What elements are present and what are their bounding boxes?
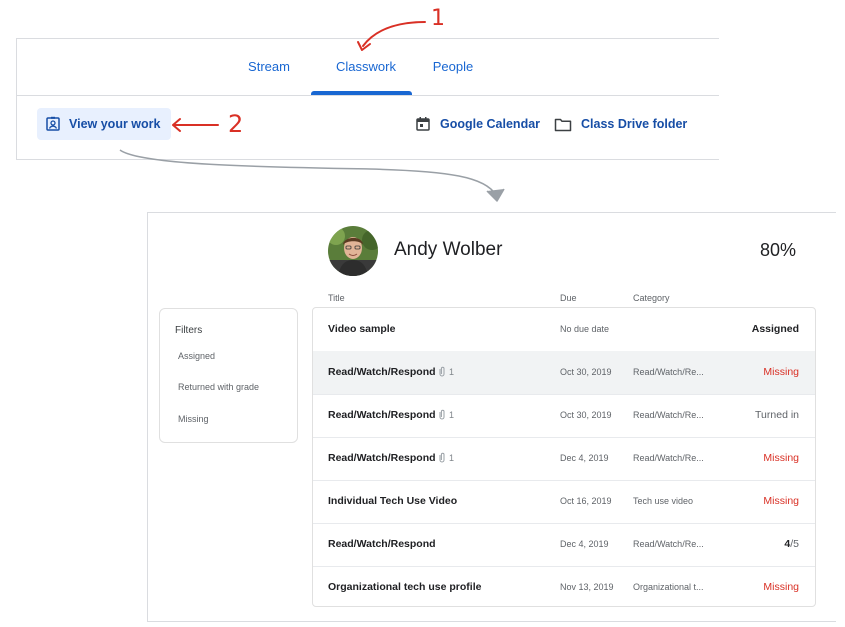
annotation-number-2: 2 <box>228 110 244 138</box>
due-date: Nov 13, 2019 <box>560 582 614 592</box>
classroom-header: Stream Classwork People View your work G… <box>16 38 719 160</box>
connector-arrow <box>119 149 505 202</box>
google-calendar-label: Google Calendar <box>440 117 541 131</box>
attachment-count: 1 <box>438 409 454 420</box>
student-name: Andy Wolber <box>394 239 503 260</box>
assignment-title: Read/Watch/Respond <box>328 366 436 378</box>
annotation-arrow-2 <box>172 118 219 132</box>
view-your-work-label: View your work <box>69 117 161 131</box>
student-work-panel: Andy Wolber 80% Filters Assigned Returne… <box>147 212 836 622</box>
attachment-count-label: 1 <box>449 409 455 420</box>
status-badge: Missing <box>763 495 799 507</box>
avatar <box>328 226 378 276</box>
attachment-count-label: 1 <box>449 452 455 463</box>
annotation-number-1: 1 <box>431 6 445 31</box>
grade-score: 4/5 <box>784 538 799 550</box>
column-header-due: Due <box>560 293 577 303</box>
attachment-count-label: 1 <box>449 366 455 377</box>
filter-assigned[interactable]: Assigned <box>178 351 215 361</box>
assignment-title: Read/Watch/Respond <box>328 409 436 421</box>
paperclip-icon <box>439 366 445 377</box>
status-badge: Missing <box>763 581 799 593</box>
calendar-icon <box>416 117 430 131</box>
grade-total: /5 <box>790 538 799 550</box>
attachment-count: 1 <box>438 452 454 463</box>
active-tab-indicator <box>311 91 412 95</box>
paperclip-icon <box>439 409 445 420</box>
due-date: Dec 4, 2019 <box>560 453 609 463</box>
status-badge: Missing <box>763 366 799 378</box>
annotation-arrow-1 <box>357 21 426 51</box>
category: Tech use video <box>633 496 694 506</box>
category: Organizational t... <box>633 582 704 592</box>
assignment-title: Read/Watch/Respond <box>328 452 436 464</box>
column-header-title: Title <box>328 293 345 303</box>
category: Read/Watch/Re... <box>633 410 704 420</box>
category: Read/Watch/Re... <box>633 453 704 463</box>
student-photo <box>328 226 378 276</box>
due-date: Oct 30, 2019 <box>560 367 612 377</box>
status-badge: Missing <box>763 452 799 464</box>
column-header-category: Category <box>633 293 670 303</box>
overall-grade: 80% <box>760 240 797 260</box>
paperclip-icon <box>439 452 445 463</box>
filter-missing[interactable]: Missing <box>178 414 209 424</box>
assignment-ind-icon <box>46 116 60 131</box>
table-row[interactable]: Organizational tech use profile Nov 13, … <box>313 566 815 609</box>
filters-title: Filters <box>175 325 203 336</box>
category: Read/Watch/Re... <box>633 367 704 377</box>
assignment-title: Organizational tech use profile <box>328 581 482 593</box>
filter-returned-with-grade[interactable]: Returned with grade <box>178 382 259 392</box>
table-row[interactable]: Read/Watch/Respond 1 Dec 4, 2019 Read/Wa… <box>313 437 815 481</box>
filters-panel: Filters Assigned Returned with grade Mis… <box>159 308 298 443</box>
due-date: No due date <box>560 324 610 334</box>
assignment-title: Video sample <box>328 323 396 335</box>
tab-stream[interactable]: Stream <box>237 39 301 95</box>
attachment-count: 1 <box>438 366 454 377</box>
class-drive-folder-link[interactable]: Class Drive folder <box>554 110 687 138</box>
table-row[interactable]: Read/Watch/Respond 1 Oct 30, 2019 Read/W… <box>313 351 815 395</box>
table-row[interactable]: Video sample No due date Assigned <box>313 308 815 352</box>
due-date: Dec 4, 2019 <box>560 539 609 549</box>
table-row[interactable]: Read/Watch/Respond 1 Oct 30, 2019 Read/W… <box>313 394 815 438</box>
due-date: Oct 16, 2019 <box>560 496 612 506</box>
table-row[interactable]: Individual Tech Use Video Oct 16, 2019 T… <box>313 480 815 524</box>
assignment-title: Read/Watch/Respond <box>328 538 436 550</box>
view-your-work-button[interactable]: View your work <box>37 108 171 140</box>
due-date: Oct 30, 2019 <box>560 410 612 420</box>
assignment-title: Individual Tech Use Video <box>328 495 458 507</box>
status-badge: Turned in <box>755 409 799 421</box>
folder-icon <box>554 118 572 131</box>
google-calendar-link[interactable]: Google Calendar <box>415 110 540 138</box>
class-drive-folder-label: Class Drive folder <box>581 117 688 131</box>
table-row[interactable]: Read/Watch/Respond Dec 4, 2019 Read/Watc… <box>313 523 815 567</box>
assignment-table: Video sample No due date Assigned Read/W… <box>312 307 816 607</box>
status-badge: Assigned <box>751 323 799 335</box>
category: Read/Watch/Re... <box>633 539 704 549</box>
